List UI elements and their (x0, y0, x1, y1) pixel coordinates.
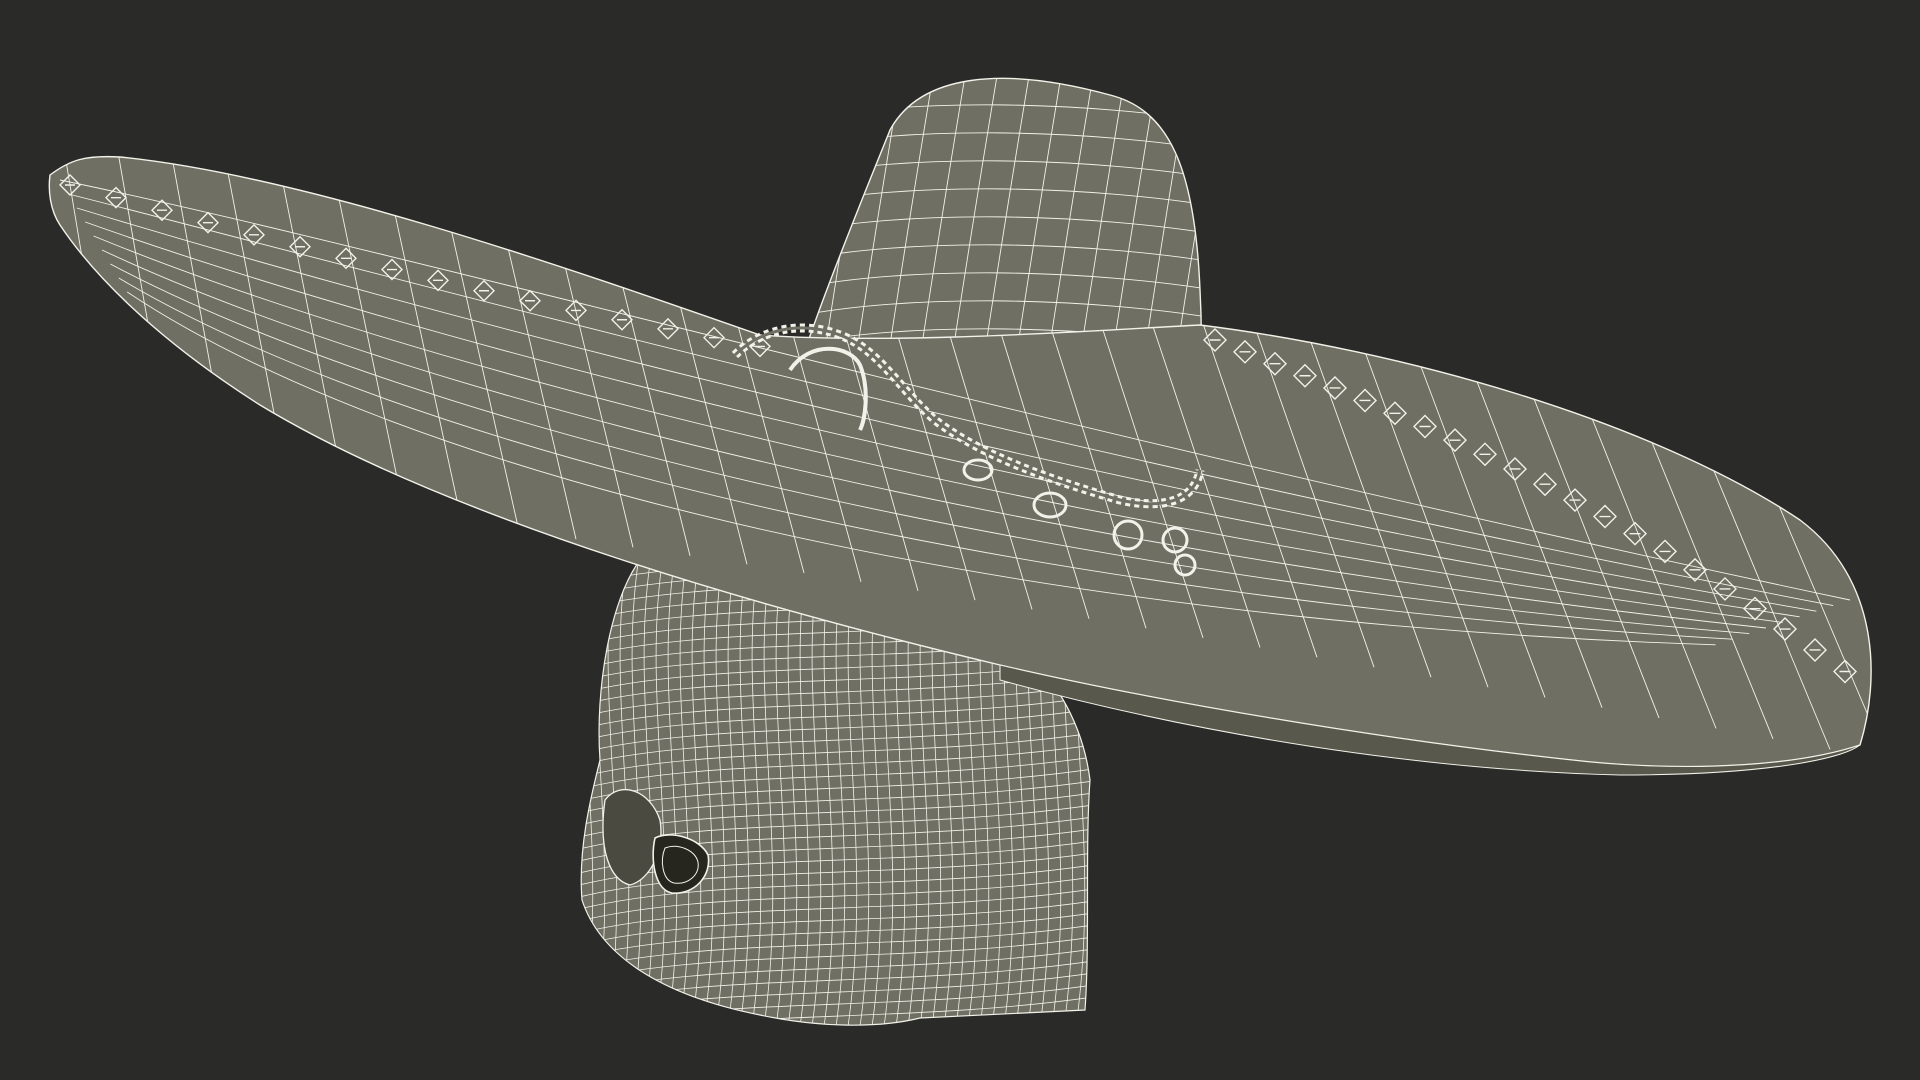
wire-curve (581, 560, 594, 1026)
wire-curve (570, 550, 581, 1040)
render-viewport (0, 0, 1920, 1080)
wireframe-scene (48, 77, 1872, 1040)
